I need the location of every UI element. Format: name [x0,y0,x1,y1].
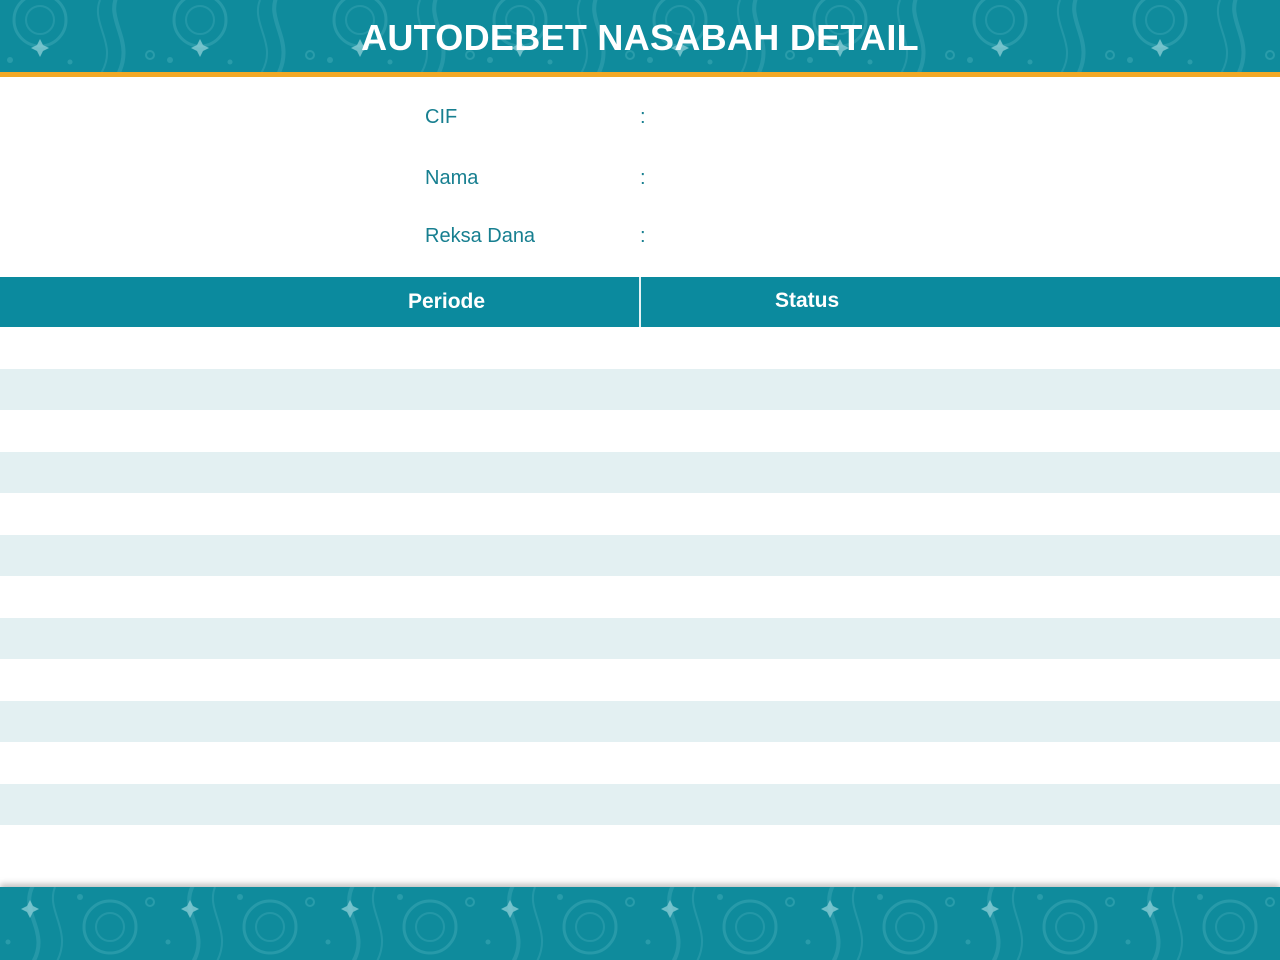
header-accent-stripe [0,72,1280,77]
footer-banner [0,887,1280,960]
table-row[interactable] [0,534,1280,576]
table-row[interactable] [0,576,1280,618]
table-row[interactable] [0,451,1280,493]
column-header-status[interactable]: Status [775,277,839,327]
table-row[interactable] [0,659,1280,701]
nama-field: Nama : [425,167,1025,197]
table-body [0,327,1280,825]
table-header: Periode Status [0,277,1280,327]
autodebet-detail-screen: AUTODEBET NASABAH DETAIL CIF : Nama : Re… [0,0,1280,960]
reksa-dana-separator: : [640,225,646,247]
table-row[interactable] [0,742,1280,784]
page-title: AUTODEBET NASABAH DETAIL [361,17,919,58]
nama-separator: : [640,167,646,189]
table-row[interactable] [0,700,1280,742]
cif-label: CIF [425,106,458,128]
cif-field: CIF : [425,106,1025,136]
table-row[interactable] [0,617,1280,659]
table-row[interactable] [0,783,1280,825]
cif-separator: : [640,106,646,128]
reksa-dana-field: Reksa Dana : [425,225,1025,255]
table-row[interactable] [0,493,1280,535]
table-row[interactable] [0,410,1280,452]
reksa-dana-label: Reksa Dana [425,225,536,247]
column-header-periode[interactable]: Periode [408,277,485,327]
table-row[interactable] [0,327,1280,369]
nama-label: Nama [425,167,479,189]
header-banner: AUTODEBET NASABAH DETAIL [0,0,1280,72]
table-row[interactable] [0,368,1280,410]
batik-pattern-icon [0,887,1280,960]
column-divider [639,277,641,327]
